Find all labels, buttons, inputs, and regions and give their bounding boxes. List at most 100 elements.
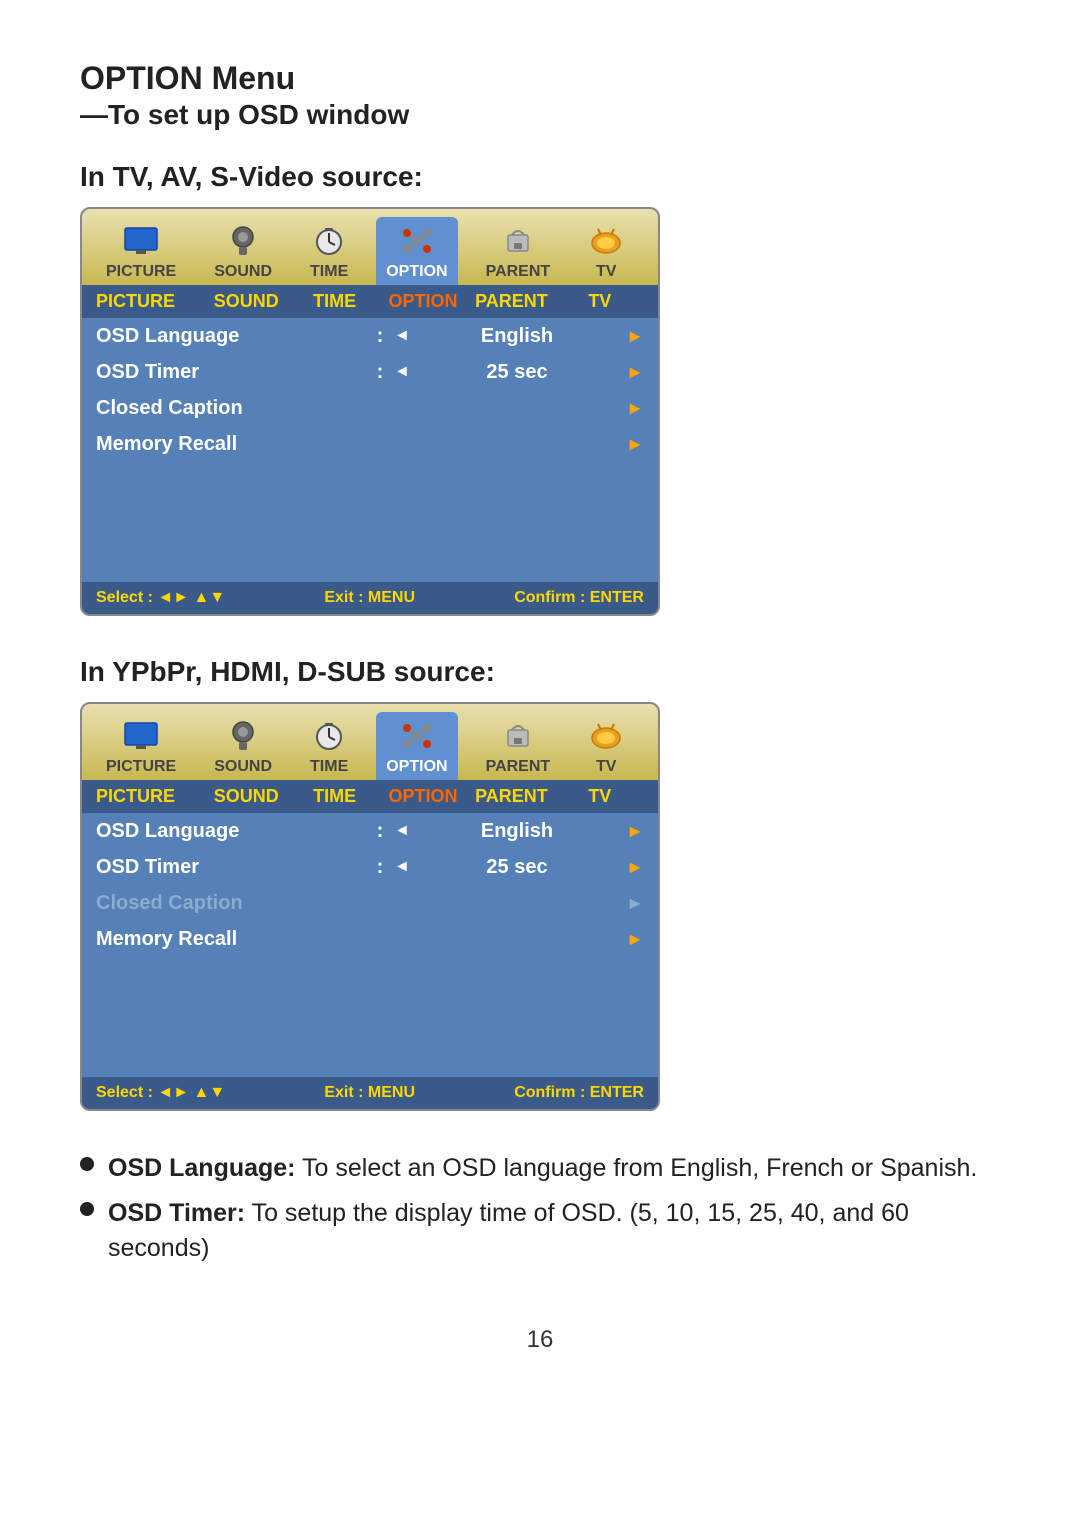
menu-empty-1 xyxy=(82,462,658,582)
menu-row-closed-caption-1: Closed Caption ► xyxy=(82,390,658,426)
page-subtitle: —To set up OSD window xyxy=(80,99,1000,131)
closed-caption-label-2: Closed Caption xyxy=(96,892,366,915)
header-tv-1: TV xyxy=(556,291,644,312)
osd-language-label-1: OSD Language xyxy=(96,325,366,348)
section1-label: In TV, AV, S-Video source: xyxy=(80,161,1000,193)
tab-tv-label-1: TV xyxy=(596,263,616,281)
tab-sound-label-2: SOUND xyxy=(214,758,272,776)
tab-parent-1[interactable]: PARENT xyxy=(476,217,561,285)
header-parent-2: PARENT xyxy=(467,786,555,807)
osd-timer-value-1: 25 sec xyxy=(412,361,622,384)
header-picture-1: PICTURE xyxy=(96,291,202,312)
bullet-plain-osd-language: To select an OSD language from English, … xyxy=(296,1154,978,1182)
tab-time-label-2: TIME xyxy=(310,758,348,776)
tab-option-label-2: OPTION xyxy=(386,758,447,776)
tab-time-1[interactable]: TIME xyxy=(300,217,358,285)
tab-tv-2[interactable]: TV xyxy=(578,712,634,780)
footer-confirm-1: Confirm : ENTER xyxy=(514,589,644,607)
menu-row-osd-language-2: OSD Language : ◄ English ► xyxy=(82,813,658,849)
menu-header-2: PICTURE SOUND TIME OPTION PARENT TV xyxy=(82,780,658,813)
menu-row-osd-language-1: OSD Language : ◄ English ► xyxy=(82,318,658,354)
menu-empty-2 xyxy=(82,957,658,1077)
tab-sound-label-1: SOUND xyxy=(214,263,272,281)
tab-time-2[interactable]: TIME xyxy=(300,712,358,780)
header-option-1: OPTION xyxy=(379,291,467,312)
osd-box-1: PICTURE SOUND TIME xyxy=(80,207,660,616)
tab-tv-label-2: TV xyxy=(596,758,616,776)
memory-recall-arrow-right-1[interactable]: ► xyxy=(622,434,644,455)
osd-timer-arrow-left-2[interactable]: ◄ xyxy=(394,858,412,876)
tab-bar-2: PICTURE SOUND TIME xyxy=(82,704,658,780)
osd-language-colon-1: : xyxy=(366,325,394,348)
osd-language-label-2: OSD Language xyxy=(96,820,366,843)
menu-row-osd-timer-1: OSD Timer : ◄ 25 sec ► xyxy=(82,354,658,390)
osd-timer-colon-2: : xyxy=(366,856,394,879)
closed-caption-label-1: Closed Caption xyxy=(96,397,366,420)
tab-tv-1[interactable]: TV xyxy=(578,217,634,285)
tab-picture-1[interactable]: PICTURE xyxy=(96,217,186,285)
header-sound-1: SOUND xyxy=(202,291,290,312)
header-time-1: TIME xyxy=(290,291,378,312)
footer-exit-2: Exit : MENU xyxy=(324,1084,415,1102)
menu-footer-1: Select : ◄► ▲▼ Exit : MENU Confirm : ENT… xyxy=(82,582,658,614)
osd-timer-arrow-right-1[interactable]: ► xyxy=(622,362,644,383)
menu-row-memory-recall-2: Memory Recall ► xyxy=(82,921,658,957)
osd-language-arrow-right-2[interactable]: ► xyxy=(622,821,644,842)
memory-recall-label-1: Memory Recall xyxy=(96,433,366,456)
osd-timer-label-2: OSD Timer xyxy=(96,856,366,879)
bullet-list: OSD Language: To select an OSD language … xyxy=(80,1151,1000,1266)
bullet-item-osd-language: OSD Language: To select an OSD language … xyxy=(80,1151,1000,1186)
header-sound-2: SOUND xyxy=(202,786,290,807)
tab-parent-label-2: PARENT xyxy=(486,758,551,776)
tab-sound-2[interactable]: SOUND xyxy=(204,712,282,780)
page-number: 16 xyxy=(80,1326,1000,1354)
tab-picture-2[interactable]: PICTURE xyxy=(96,712,186,780)
footer-confirm-2: Confirm : ENTER xyxy=(514,1084,644,1102)
bullet-dot-1 xyxy=(80,1157,94,1171)
tab-option-1[interactable]: OPTION xyxy=(376,217,457,285)
menu-area-1: PICTURE SOUND TIME OPTION PARENT TV OSD … xyxy=(82,285,658,582)
osd-timer-arrow-right-2[interactable]: ► xyxy=(622,857,644,878)
tab-parent-label-1: PARENT xyxy=(486,263,551,281)
tab-sound-1[interactable]: SOUND xyxy=(204,217,282,285)
closed-caption-arrow-right-2: ► xyxy=(622,893,644,914)
bullet-text-osd-timer: OSD Timer: To setup the display time of … xyxy=(108,1196,1000,1266)
tab-bar-1: PICTURE SOUND TIME xyxy=(82,209,658,285)
tab-time-label-1: TIME xyxy=(310,263,348,281)
header-tv-2: TV xyxy=(556,786,644,807)
bullet-item-osd-timer: OSD Timer: To setup the display time of … xyxy=(80,1196,1000,1266)
menu-header-1: PICTURE SOUND TIME OPTION PARENT TV xyxy=(82,285,658,318)
memory-recall-arrow-right-2[interactable]: ► xyxy=(622,929,644,950)
osd-language-colon-2: : xyxy=(366,820,394,843)
menu-footer-2: Select : ◄► ▲▼ Exit : MENU Confirm : ENT… xyxy=(82,1077,658,1109)
tab-option-label-1: OPTION xyxy=(386,263,447,281)
bullet-bold-osd-timer: OSD Timer: xyxy=(108,1199,245,1227)
tab-parent-2[interactable]: PARENT xyxy=(476,712,561,780)
osd-language-value-1: English xyxy=(412,325,622,348)
page-title: OPTION Menu xyxy=(80,60,1000,97)
section2-label: In YPbPr, HDMI, D-SUB source: xyxy=(80,656,1000,688)
osd-language-value-2: English xyxy=(412,820,622,843)
osd-timer-colon-1: : xyxy=(366,361,394,384)
tab-option-2[interactable]: OPTION xyxy=(376,712,457,780)
header-time-2: TIME xyxy=(290,786,378,807)
bullet-bold-osd-language: OSD Language: xyxy=(108,1154,296,1182)
osd-language-arrow-right-1[interactable]: ► xyxy=(622,326,644,347)
footer-select-2: Select : ◄► ▲▼ xyxy=(96,1084,225,1102)
tab-picture-label-1: PICTURE xyxy=(106,263,176,281)
footer-exit-1: Exit : MENU xyxy=(324,589,415,607)
footer-select-1: Select : ◄► ▲▼ xyxy=(96,589,225,607)
header-parent-1: PARENT xyxy=(467,291,555,312)
osd-timer-label-1: OSD Timer xyxy=(96,361,366,384)
osd-timer-value-2: 25 sec xyxy=(412,856,622,879)
memory-recall-label-2: Memory Recall xyxy=(96,928,366,951)
tab-picture-label-2: PICTURE xyxy=(106,758,176,776)
osd-timer-arrow-left-1[interactable]: ◄ xyxy=(394,363,412,381)
menu-row-memory-recall-1: Memory Recall ► xyxy=(82,426,658,462)
closed-caption-arrow-right-1[interactable]: ► xyxy=(622,398,644,419)
osd-language-arrow-left-1[interactable]: ◄ xyxy=(394,327,412,345)
osd-language-arrow-left-2[interactable]: ◄ xyxy=(394,822,412,840)
osd-box-2: PICTURE SOUND TIME xyxy=(80,702,660,1111)
bullet-dot-2 xyxy=(80,1202,94,1216)
header-option-2: OPTION xyxy=(379,786,467,807)
